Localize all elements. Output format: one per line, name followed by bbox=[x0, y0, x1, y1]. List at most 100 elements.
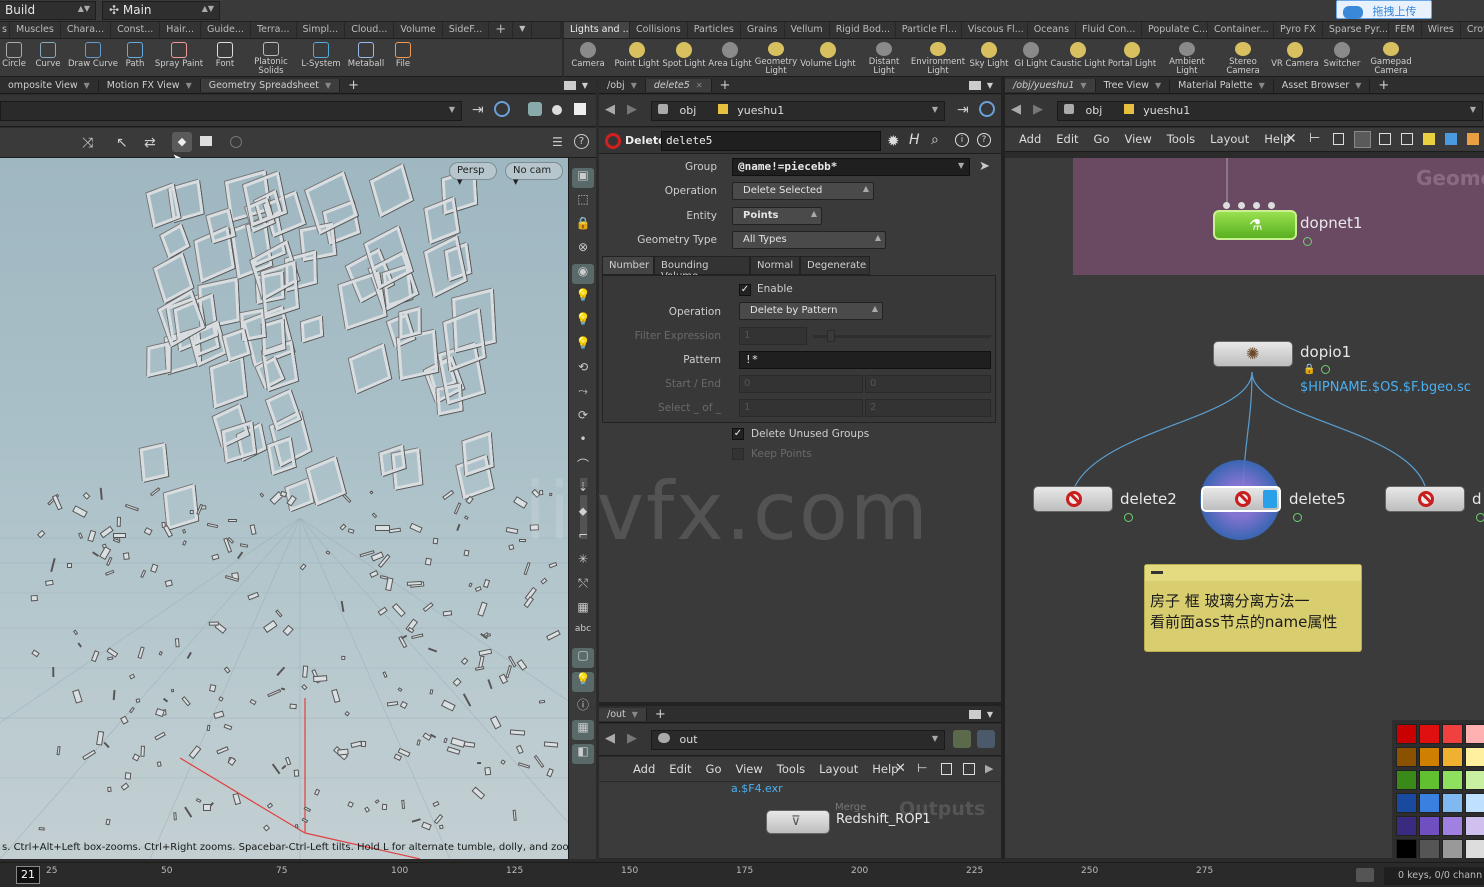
color-swatch[interactable] bbox=[1442, 839, 1463, 858]
shelf-tab[interactable]: Muscles bbox=[10, 22, 61, 38]
color-swatch[interactable] bbox=[1442, 724, 1463, 744]
shelf-tab[interactable]: Vellum bbox=[785, 22, 830, 38]
select-arrow-icon[interactable]: ➤ bbox=[979, 159, 990, 174]
grid-small-icon[interactable] bbox=[1379, 133, 1391, 145]
shelf-tool-metaball[interactable]: Metaball bbox=[344, 39, 388, 76]
input-dot[interactable] bbox=[1223, 202, 1230, 209]
handle-tool-icon[interactable]: ◆ bbox=[172, 132, 192, 152]
shelf-tool-environment-light[interactable]: Environment Light bbox=[910, 39, 966, 76]
menu-go[interactable]: Go bbox=[1094, 132, 1110, 146]
side-tool-icon[interactable]: ⤲ bbox=[572, 576, 594, 596]
shelf-tool-circle[interactable]: Circle bbox=[0, 39, 28, 76]
transform-tool-icon[interactable]: ⇄ bbox=[144, 135, 156, 151]
color-swatch[interactable] bbox=[1465, 793, 1484, 813]
shelf-tab-prev[interactable]: s bbox=[0, 22, 10, 38]
menu-tools[interactable]: Tools bbox=[777, 762, 805, 776]
select-tool-icon[interactable]: ⤨ bbox=[82, 135, 93, 151]
input-dot[interactable] bbox=[1253, 202, 1260, 209]
shelf-tab[interactable]: Populate C... bbox=[1142, 22, 1209, 38]
out-path-field[interactable]: out ▼ bbox=[651, 730, 945, 750]
network-editor[interactable]: Geome ⚗ dopnet1 ✺ dopio1 🔒 $HIPNAME.$OS.… bbox=[1005, 158, 1484, 858]
shelf-tab[interactable]: Collisions bbox=[630, 22, 688, 38]
side-tool-icon[interactable]: ⟲ bbox=[572, 360, 594, 380]
cube-icon[interactable] bbox=[528, 102, 542, 116]
add-tab-icon[interactable]: + bbox=[647, 707, 674, 722]
menu-add[interactable]: Add bbox=[633, 762, 655, 776]
list-view-icon[interactable] bbox=[1333, 133, 1344, 145]
tab-delete5[interactable]: delete5 ✕ bbox=[645, 78, 712, 92]
side-tool-icon[interactable]: 💡 bbox=[572, 312, 594, 332]
dopnet-node[interactable]: ⚗ bbox=[1213, 210, 1297, 240]
grid-view-icon[interactable] bbox=[963, 763, 975, 775]
color-swatch[interactable] bbox=[1419, 839, 1440, 858]
pane-layout-icon[interactable] bbox=[563, 80, 576, 90]
add-tab-icon[interactable]: + bbox=[712, 78, 739, 93]
back-icon[interactable]: ◀ bbox=[605, 102, 615, 117]
side-tool-icon[interactable]: 💡 bbox=[572, 672, 594, 692]
info-icon[interactable]: i bbox=[955, 133, 969, 147]
pattern-field[interactable]: !* bbox=[739, 351, 991, 369]
chevron-right-icon[interactable]: ▶ bbox=[985, 762, 993, 775]
menu-go[interactable]: Go bbox=[706, 762, 722, 776]
node-name-field[interactable]: delete5 bbox=[661, 131, 881, 151]
shelf-tool-stereo-camera[interactable]: Stereo Camera bbox=[1216, 39, 1270, 76]
color-swatch[interactable] bbox=[1465, 770, 1484, 790]
shelf-tool-ambient-light[interactable]: Ambient Light bbox=[1158, 39, 1216, 76]
upload-button[interactable]: 拖拽上传 bbox=[1336, 0, 1432, 19]
color-swatch[interactable] bbox=[1396, 770, 1417, 790]
shelf-tool-sky-light[interactable]: Sky Light bbox=[966, 39, 1012, 76]
sphere-icon[interactable] bbox=[552, 105, 562, 115]
grid-view-icon[interactable] bbox=[1354, 131, 1371, 148]
network-box-icon[interactable] bbox=[1445, 133, 1457, 145]
add-tab-icon[interactable]: + bbox=[1370, 78, 1397, 93]
side-tool-icon[interactable]: 💡 bbox=[572, 336, 594, 356]
color-swatch[interactable] bbox=[1442, 816, 1463, 836]
pin-icon[interactable]: ⇥ bbox=[472, 102, 484, 118]
shelf-tool-portal-light[interactable]: Portal Light bbox=[1106, 39, 1158, 76]
color-swatch[interactable] bbox=[1465, 724, 1484, 744]
menu-edit[interactable]: Edit bbox=[1056, 132, 1078, 146]
shelf-tab[interactable]: Terra... bbox=[251, 22, 297, 38]
side-tool-icon[interactable]: ⓘ bbox=[572, 696, 594, 716]
abc-tool[interactable]: abc bbox=[572, 624, 594, 644]
side-tool-icon[interactable]: • bbox=[572, 432, 594, 452]
shelf-tool-font[interactable]: Font bbox=[206, 39, 244, 76]
color-swatch[interactable] bbox=[1419, 747, 1440, 767]
display-flag-icon[interactable] bbox=[1321, 365, 1330, 374]
select-a-field[interactable]: 1 bbox=[739, 399, 863, 417]
back-icon[interactable]: ◀ bbox=[605, 731, 615, 746]
tab-geometry-spreadsheet[interactable]: Geometry Spreadsheet ▼ bbox=[200, 78, 341, 92]
help-icon[interactable]: ? bbox=[574, 134, 589, 149]
menu-edit[interactable]: Edit bbox=[669, 762, 691, 776]
tab-number[interactable]: Number bbox=[602, 256, 654, 275]
keyframe-icon[interactable] bbox=[1356, 868, 1374, 882]
list-icon[interactable]: ☰ bbox=[552, 135, 563, 149]
display-flag-icon[interactable] bbox=[1293, 513, 1302, 522]
shelf-tool-draw-curve[interactable]: Draw Curve bbox=[68, 39, 118, 76]
geometry-type-menu[interactable]: All Types ▲ bbox=[732, 231, 886, 249]
shelf-tab[interactable]: Particle Fl... bbox=[896, 22, 962, 38]
entity-menu[interactable]: Points ▲ bbox=[732, 207, 822, 225]
enable-checkbox[interactable]: ✓ bbox=[739, 284, 751, 296]
arrow-tool-icon[interactable]: ↖ bbox=[116, 135, 128, 151]
display-flag-icon[interactable] bbox=[1303, 237, 1312, 246]
delete5-node[interactable] bbox=[1201, 486, 1281, 512]
path-field[interactable]: ▼ bbox=[0, 101, 462, 121]
color-swatch[interactable] bbox=[1396, 747, 1417, 767]
side-tool-icon[interactable]: ▦ bbox=[572, 600, 594, 620]
side-tool-icon[interactable]: ◉ bbox=[572, 264, 594, 284]
forward-icon[interactable]: ▶ bbox=[1033, 102, 1043, 117]
forward-icon[interactable]: ▶ bbox=[627, 102, 637, 117]
shelf-tool-platonic-solids[interactable]: Platonic Solids bbox=[244, 39, 298, 76]
shelf-tool-spot-light[interactable]: Spot Light bbox=[662, 39, 706, 76]
sticky-note[interactable]: 房子 框 玻璃分离方法一 看前面ass节点的name属性 bbox=[1144, 564, 1362, 652]
gear-icon[interactable]: ✹ bbox=[887, 132, 900, 150]
tab-bounding-volume[interactable]: Bounding Volume bbox=[654, 256, 750, 282]
color-swatch[interactable] bbox=[1419, 770, 1440, 790]
shelf-tool-camera[interactable]: Camera bbox=[564, 39, 612, 76]
color-swatch[interactable] bbox=[1465, 747, 1484, 767]
pattern-operation-menu[interactable]: Delete by Pattern ▲ bbox=[739, 302, 883, 320]
side-tool-icon[interactable]: ◧ bbox=[572, 744, 594, 764]
shelf-tab[interactable]: Pyro FX bbox=[1274, 22, 1323, 38]
desktop-dropdown[interactable]: Build ▲▼ bbox=[0, 1, 96, 20]
